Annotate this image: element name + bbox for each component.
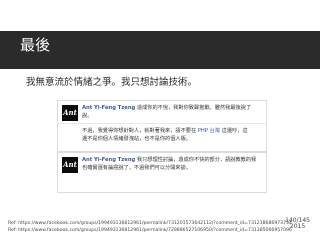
commenter-name[interactable]: Ant Yi-Feng Tzeng [82, 105, 135, 111]
slide: 最後 我無意流於情緒之爭。我只想討論技術。 Ant Ant Yi-Feng Tz… [0, 0, 320, 240]
ant-avatar-icon: Ant [62, 105, 78, 121]
facebook-comment-card-1: Ant Ant Yi-Feng Tzeng 造成你的不悅，我對你致聲抱歉。雖然我… [57, 100, 267, 152]
reply-line-1: 不過，我覺得你想針對人，就對著我來，請不要在 PHP 台灣 這邊吵，這 [82, 127, 262, 135]
reply-text-2: 這邊吵，這 [221, 128, 248, 134]
comment-text-cont: 說。 [82, 113, 93, 119]
ant-avatar-icon: Ant [62, 157, 78, 173]
reply-text: 不過，我覺得你想針對人，就對著我來，請不要在 [82, 128, 197, 134]
commenter-name[interactable]: Ant Yi-Feng Tzeng [82, 157, 135, 163]
facebook-comment-card-2: Ant Ant Yi-Feng Tzeng 我只想理性討論，造成你不快的部分，請… [57, 152, 267, 193]
comment-text: 造成你的不悅，我對你致聲抱歉。雖然我最後說了 [136, 105, 252, 111]
page-number: 140/145 2015 [285, 218, 310, 230]
group-link[interactable]: PHP 台灣 [198, 128, 220, 134]
slide-title: 最後 [20, 36, 51, 54]
page-year: 2015 [289, 223, 306, 230]
reply-text-3: 邊不是你個人情緒發洩站，也不是你的個人版。 [82, 136, 191, 142]
reply-line-2: 邊不是你個人情緒發洩站，也不是你的個人版。 [82, 135, 262, 143]
comment-divider [58, 123, 266, 124]
comment-text: 我只想理性討論，造成你不快的部分，請說教教的我 [136, 157, 257, 163]
comment-line-2: 說。 [82, 112, 262, 120]
comment-line-1: Ant Yi-Feng Tzeng 造成你的不悅，我對你致聲抱歉。雖然我最後說了 [82, 104, 262, 112]
reference-link-1[interactable]: Ref: https://www.facebook.com/groups/199… [8, 221, 292, 227]
comment-line-2: 也確實還有論證說了，不過我們可以分開來談。 [82, 164, 262, 172]
title-band: 最後 [0, 31, 320, 69]
slide-subtitle: 我無意流於情緒之爭。我只想討論技術。 [26, 77, 198, 88]
comment-text-cont: 也確實還有論證說了，不過我們可以分開來談。 [82, 165, 191, 171]
comment-line-1: Ant Yi-Feng Tzeng 我只想理性討論，造成你不快的部分，請說教教的… [82, 156, 262, 164]
reference-link-2[interactable]: Ref: https://www.facebook.com/groups/199… [8, 228, 292, 234]
